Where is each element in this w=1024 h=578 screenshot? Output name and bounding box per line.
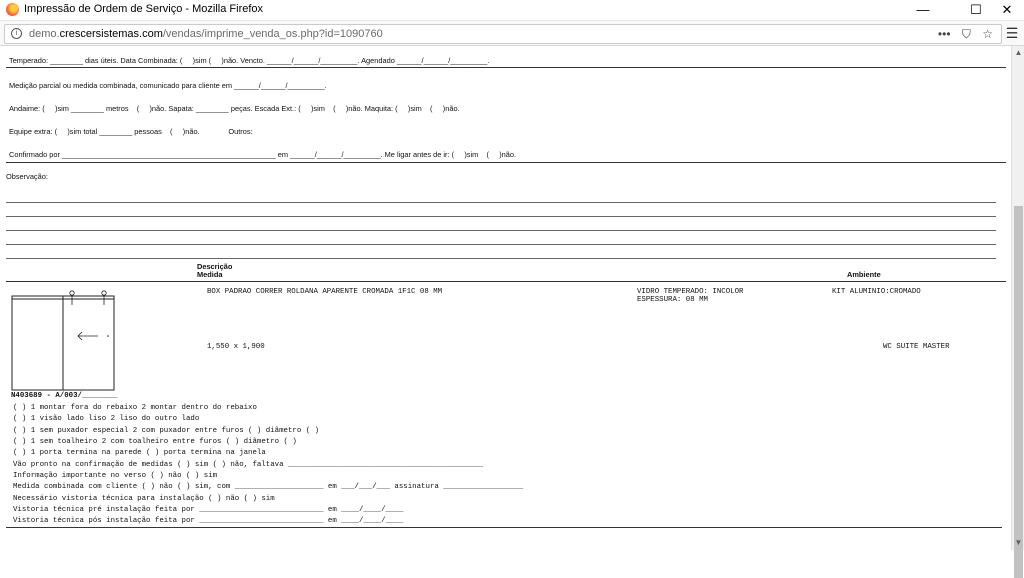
checklist-item: ( ) 1 sem puxador especial 2 com puxador… xyxy=(13,427,320,435)
equipe-line: Equipe extra: ( )sim total ________ pess… xyxy=(9,127,253,136)
checklist-item: ( ) 1 sem toalheiro 2 com toalheiro entr… xyxy=(13,438,297,446)
observacao-line xyxy=(6,202,996,203)
close-button[interactable]: ✕ xyxy=(992,0,1022,20)
item-medida: 1,550 x 1,900 xyxy=(207,343,265,351)
maximize-button[interactable]: ☐ xyxy=(961,0,991,20)
checklist-item: ( ) 1 montar fora do rebaixo 2 montar de… xyxy=(13,404,257,412)
table-header-divider xyxy=(6,281,1006,282)
item-codigo: N403689 - A/003/________ xyxy=(11,392,118,400)
page-actions-icon[interactable]: ••• xyxy=(938,27,951,41)
item-vidro-espessura: ESPESSURA: 08 MM xyxy=(637,296,708,304)
observacao-line xyxy=(6,216,996,217)
confirmado-line: Confirmado por _________________________… xyxy=(9,150,517,159)
firefox-logo-icon xyxy=(6,3,19,16)
url-prefix: demo. xyxy=(29,28,60,40)
checklist-item: ( ) 1 visão lado liso 2 liso do outro la… xyxy=(13,415,200,423)
roller-icon xyxy=(69,290,75,296)
observacao-line xyxy=(6,244,996,245)
header-medida: Medida xyxy=(197,270,223,279)
document-page: Temperado: ________ dias úteis. Data Com… xyxy=(0,46,1010,550)
url-text[interactable]: demo.crescersistemas.com/vendas/imprime_… xyxy=(29,28,383,40)
item-descricao: BOX PADRAO CORRER ROLDANA APARENTE CROMA… xyxy=(207,288,443,296)
navigation-toolbar: i demo.crescersistemas.com/vendas/imprim… xyxy=(0,21,1024,46)
temperado-line: Temperado: ________ dias úteis. Data Com… xyxy=(9,56,490,65)
scrollbar-thumb[interactable] xyxy=(1014,206,1023,578)
pocket-icon[interactable]: ⛉ xyxy=(962,27,971,42)
url-domain: crescersistemas.com xyxy=(59,28,163,40)
url-path: /vendas/imprime_venda_os.php?id=1090760 xyxy=(162,28,383,40)
vertical-scrollbar[interactable]: ▲ ▼ xyxy=(1011,46,1024,578)
box-diagram xyxy=(11,290,115,391)
item-kit: KIT ALUMINIO:CROMADO xyxy=(832,288,921,296)
checklist-item: Medida combinada com cliente ( ) não ( )… xyxy=(13,483,524,491)
checklist-item: Vistoria técnica pós instalação feita po… xyxy=(13,517,404,525)
roller-icon xyxy=(101,290,107,296)
footer-divider xyxy=(6,527,1002,528)
observacao-line xyxy=(6,230,996,231)
andaime-line: Andaime: ( )sim ________ metros ( )não. … xyxy=(9,104,460,113)
medicao-line: Medição parcial ou medida combinada, com… xyxy=(9,81,327,90)
url-actions: ••• ⛉ ☆ xyxy=(930,27,993,42)
url-bar[interactable]: i demo.crescersistemas.com/vendas/imprim… xyxy=(4,24,1002,44)
site-info-icon[interactable]: i xyxy=(11,28,22,39)
checklist-item: Necessário vistoria técnica para instala… xyxy=(13,495,275,503)
checklist-item: Vão pronto na confirmação de medidas ( )… xyxy=(13,461,484,469)
scroll-down-arrow-icon[interactable]: ▼ xyxy=(1012,536,1024,550)
window-title: Impressão de Ordem de Serviço - Mozilla … xyxy=(24,3,264,15)
scroll-up-arrow-icon[interactable]: ▲ xyxy=(1012,46,1024,60)
observacao-line xyxy=(6,258,996,259)
checklist-item: Vistoria técnica pré instalação feita po… xyxy=(13,506,404,514)
divider xyxy=(6,67,1006,68)
observacao-label: Observação: xyxy=(6,172,48,181)
checklist-item: Informação importante no verso ( ) não (… xyxy=(13,472,218,480)
hamburger-menu-icon[interactable]: ☰ xyxy=(1002,23,1022,43)
window-titlebar: Impressão de Ordem de Serviço - Mozilla … xyxy=(0,0,1024,21)
item-vidro-tipo: VIDRO TEMPERADO: INCOLOR xyxy=(637,288,744,296)
bookmark-star-icon[interactable]: ☆ xyxy=(982,27,993,41)
checklist-item: ( ) 1 porta termina na parede ( ) porta … xyxy=(13,449,266,457)
item-ambiente: WC SUITE MASTER xyxy=(883,343,950,351)
header-ambiente: Ambiente xyxy=(847,270,881,279)
divider xyxy=(6,162,1006,163)
minimize-button[interactable]: — xyxy=(908,0,938,20)
